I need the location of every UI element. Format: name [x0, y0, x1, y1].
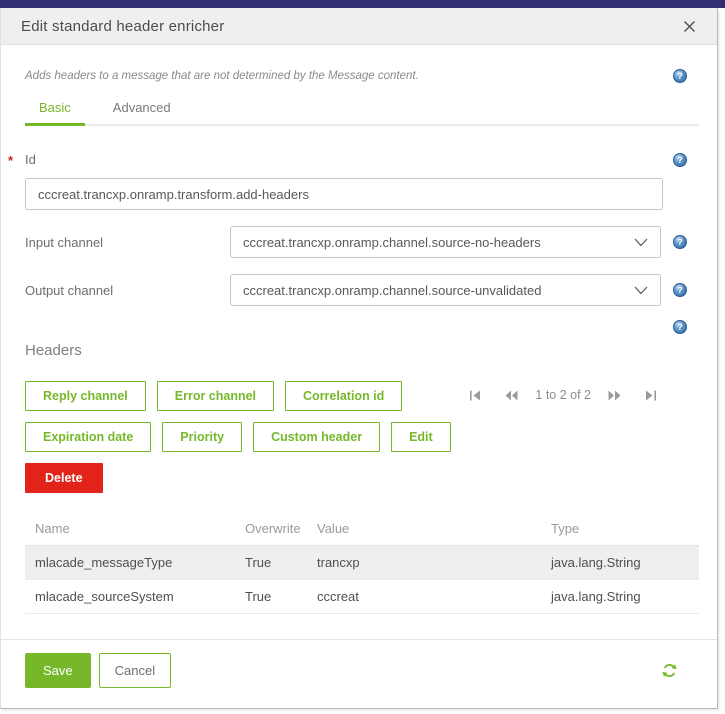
description-text: Adds headers to a message that are not d…	[25, 70, 419, 82]
help-icon[interactable]: ?	[673, 152, 687, 167]
edit-header-enricher-modal: Edit standard header enricher Adds heade…	[0, 8, 718, 709]
id-input[interactable]	[25, 178, 663, 210]
cell-overwrite: True	[245, 589, 272, 604]
expiration-date-button[interactable]: Expiration date	[25, 422, 152, 452]
output-channel-label: Output channel	[25, 282, 114, 298]
help-icon[interactable]: ?	[673, 320, 687, 334]
close-button[interactable]	[679, 16, 699, 36]
delete-button[interactable]: Delete	[25, 463, 103, 493]
column-header-name: Name	[25, 513, 237, 546]
priority-button[interactable]: Priority	[162, 422, 243, 452]
cell-type: java.lang.String	[551, 555, 641, 570]
reply-channel-button[interactable]: Reply channel	[25, 381, 146, 411]
table-header-row: Name Overwrite Value Type	[25, 513, 699, 546]
input-channel-value: cccreat.trancxp.onramp.channel.source-no…	[243, 234, 541, 250]
tab-basic[interactable]: Basic	[25, 100, 85, 126]
cell-name: mlacade_sourceSystem	[35, 589, 174, 604]
modal-title: Edit standard header enricher	[21, 17, 225, 35]
output-channel-value: cccreat.trancxp.onramp.channel.source-un…	[243, 282, 542, 298]
top-bar	[0, 0, 725, 8]
refresh-button[interactable]	[662, 663, 677, 678]
column-header-overwrite: Overwrite	[237, 513, 309, 546]
pagination-prev-button[interactable]	[502, 390, 521, 401]
next-page-icon	[608, 390, 621, 400]
pagination-next-button[interactable]	[605, 390, 624, 401]
cell-overwrite: True	[245, 555, 272, 570]
last-page-icon	[646, 390, 656, 400]
id-label: Id	[25, 152, 36, 167]
cell-name: mlacade_messageType	[35, 555, 173, 570]
first-page-icon	[470, 390, 481, 400]
error-channel-button[interactable]: Error channel	[156, 381, 275, 411]
prev-page-icon	[505, 390, 518, 400]
chevron-down-icon	[634, 238, 648, 246]
tab-advanced[interactable]: Advanced	[99, 100, 185, 124]
required-asterisk: *	[8, 153, 14, 168]
pagination-last-button[interactable]	[642, 390, 659, 401]
custom-header-button[interactable]: Custom header	[253, 422, 381, 452]
cell-type: java.lang.String	[551, 589, 641, 604]
input-channel-select[interactable]: cccreat.trancxp.onramp.channel.source-no…	[230, 226, 661, 258]
input-channel-label: Input channel	[25, 234, 104, 250]
column-header-value: Value	[309, 513, 543, 546]
cancel-button[interactable]: Cancel	[98, 653, 172, 688]
column-header-type: Type	[543, 513, 699, 546]
refresh-icon	[662, 664, 677, 677]
pagination-first-button[interactable]	[467, 390, 484, 401]
pagination: 1 to 2 of 2	[467, 388, 659, 402]
cell-value: trancxp	[317, 555, 360, 570]
close-icon	[683, 20, 695, 32]
correlation-id-button[interactable]: Correlation id	[285, 381, 403, 411]
output-channel-select[interactable]: cccreat.trancxp.onramp.channel.source-un…	[230, 274, 661, 306]
headers-table: Name Overwrite Value Type mlacade_messag…	[25, 513, 699, 614]
modal-header: Edit standard header enricher	[1, 8, 717, 45]
help-icon[interactable]: ?	[673, 283, 687, 297]
help-icon[interactable]: ?	[673, 69, 687, 83]
save-button[interactable]: Save	[25, 653, 91, 688]
table-row[interactable]: mlacade_sourceSystem True cccreat java.l…	[25, 580, 699, 614]
modal-body: Adds headers to a message that are not d…	[1, 45, 717, 614]
edit-button[interactable]: Edit	[391, 422, 451, 452]
headers-section-title: Headers	[25, 342, 82, 359]
help-icon[interactable]: ?	[673, 235, 687, 249]
table-row[interactable]: mlacade_messageType True trancxp java.la…	[25, 545, 699, 580]
pagination-label: 1 to 2 of 2	[535, 388, 591, 402]
headers-toolbar: Reply channel Error channel Correlation …	[25, 381, 699, 493]
cell-value: cccreat	[317, 589, 359, 604]
chevron-down-icon	[634, 286, 648, 294]
modal-footer: Save Cancel	[1, 639, 717, 688]
tab-bar: Basic Advanced	[25, 100, 699, 126]
